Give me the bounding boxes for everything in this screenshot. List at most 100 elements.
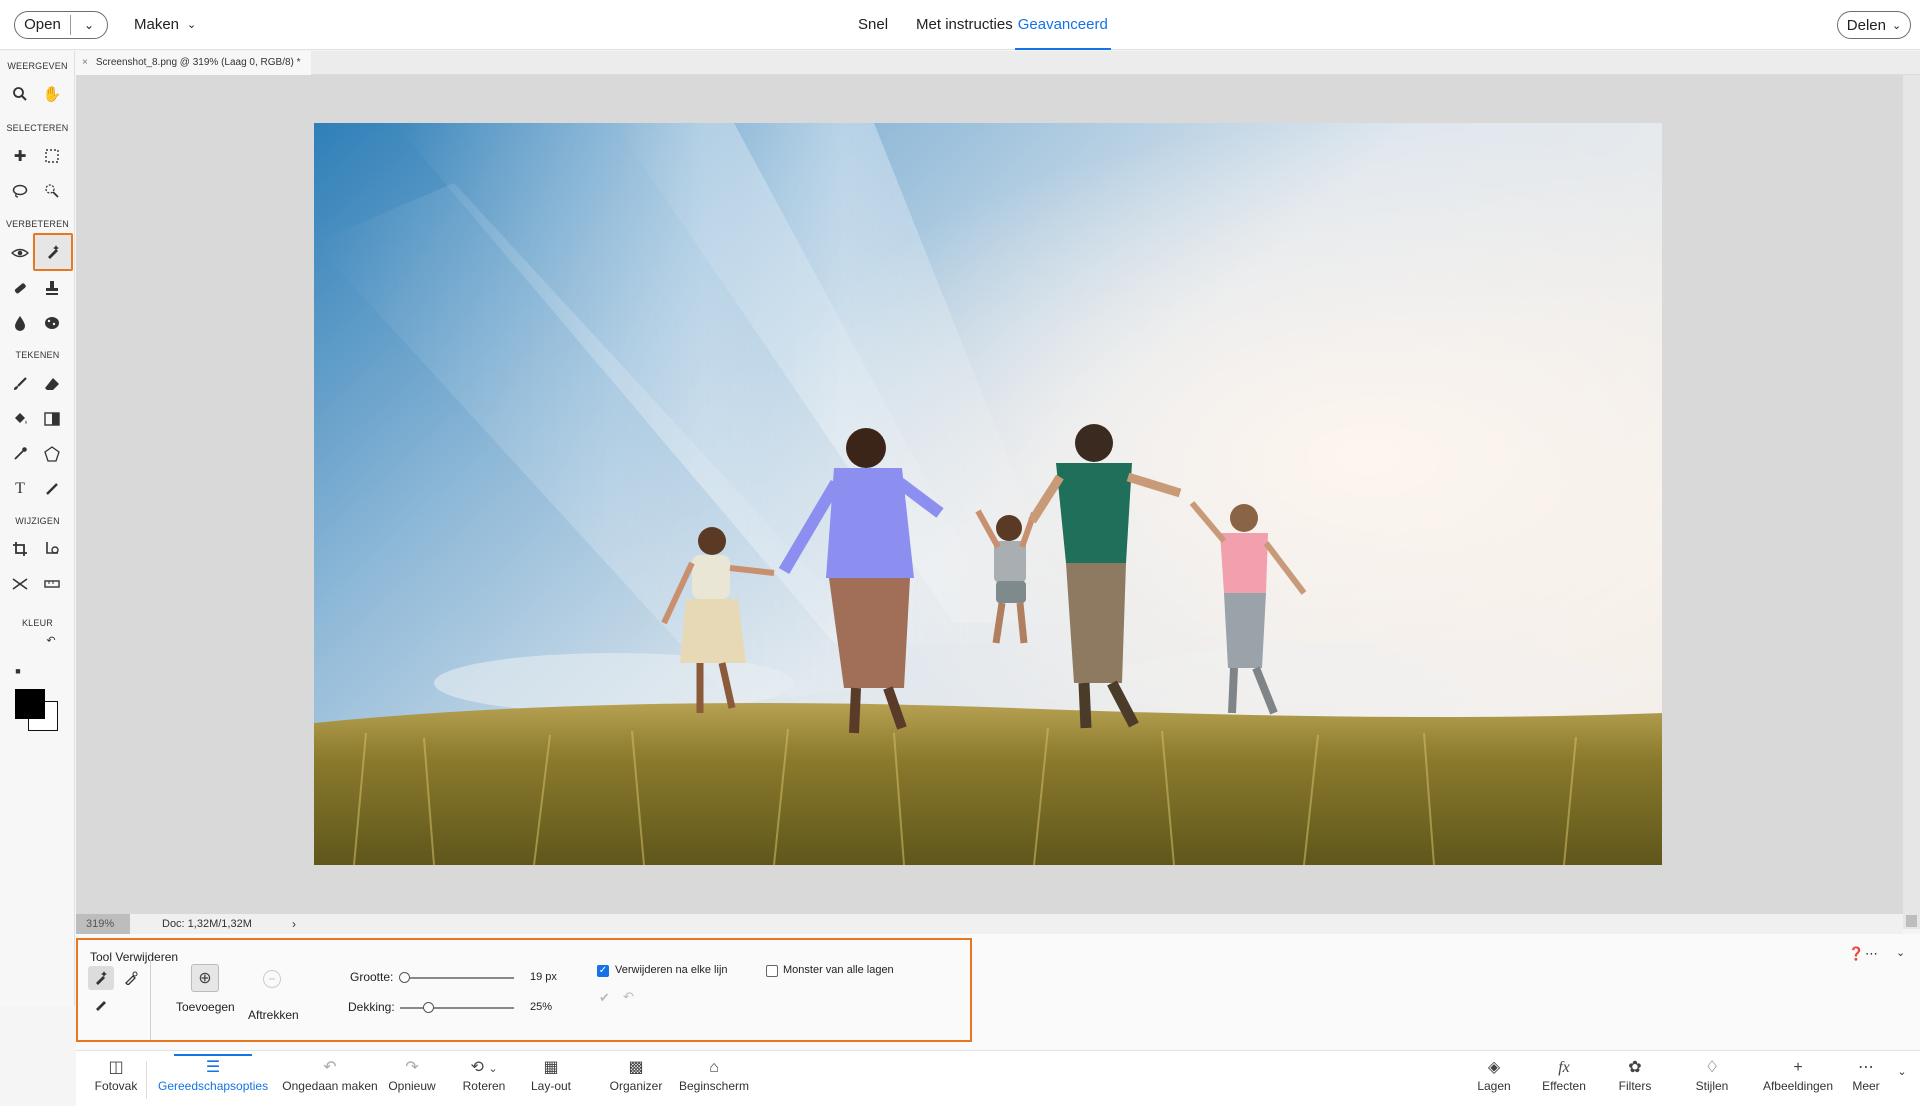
chevron-down-icon[interactable]: ⌄	[1894, 1065, 1910, 1078]
fotovak-button[interactable]: ◫ Fotovak	[88, 1057, 144, 1093]
content-aware-move-tool-icon[interactable]	[6, 570, 34, 598]
shape-tool-icon[interactable]	[38, 440, 66, 468]
sponge-tool-icon[interactable]	[38, 309, 66, 337]
size-slider-handle[interactable]	[398, 972, 410, 983]
tool-options-icon: ☰	[205, 1059, 221, 1076]
scrollbar-thumb[interactable]	[1906, 915, 1917, 927]
section-weergeven: WEERGEVEN	[7, 61, 68, 71]
undo-button[interactable]: ↶ Ongedaan maken	[282, 1057, 378, 1093]
layout-button[interactable]: ▦ Lay-out	[526, 1057, 576, 1093]
graphics-button[interactable]: + Afbeeldingen	[1760, 1057, 1836, 1093]
sample-all-layers-checkbox[interactable]	[766, 965, 778, 977]
close-icon[interactable]: ×	[82, 51, 88, 75]
help-icon[interactable]: ❓	[1848, 946, 1864, 962]
opacity-value: 25%	[530, 1001, 553, 1013]
mode-geavanceerd[interactable]: Geavanceerd	[1014, 0, 1111, 50]
foreground-color-swatch[interactable]	[15, 689, 45, 719]
section-wijzigen: WIJZIGEN	[15, 516, 60, 526]
eyedropper-tool-icon[interactable]	[6, 440, 34, 468]
opacity-slider-handle[interactable]	[423, 1002, 434, 1013]
healing-brush-tool-icon[interactable]	[6, 274, 34, 302]
remove-lasso-brush-icon[interactable]	[118, 966, 144, 990]
default-colors-icon[interactable]: ■	[12, 665, 24, 677]
clone-stamp-tool-icon[interactable]	[38, 274, 66, 302]
effects-button[interactable]: fx Effecten	[1538, 1057, 1590, 1093]
opacity-slider[interactable]	[400, 1007, 514, 1009]
organizer-button[interactable]: ▩ Organizer	[608, 1057, 664, 1093]
size-slider[interactable]	[400, 977, 514, 979]
chevron-down-icon[interactable]: ⌄	[71, 18, 107, 32]
remove-tool-icon[interactable]	[33, 233, 73, 271]
redo-button[interactable]: ↷ Opnieuw	[386, 1057, 438, 1093]
brush-tool-icon[interactable]	[6, 370, 34, 398]
gradient-tool-icon[interactable]	[38, 405, 66, 433]
layers-button[interactable]: ◈ Lagen	[1470, 1057, 1518, 1093]
move-tool-icon[interactable]: ✚	[6, 142, 34, 170]
type-tool-icon[interactable]: T	[6, 475, 34, 503]
mode-met-instructies[interactable]: Met instructies	[916, 0, 1013, 50]
brush-mode-icon[interactable]	[88, 992, 114, 1016]
swap-colors-icon[interactable]: ↶	[44, 633, 58, 647]
size-value: 19 px	[530, 971, 557, 983]
chevron-right-icon[interactable]: ›	[292, 917, 296, 931]
styles-button[interactable]: ♢ Stijlen	[1690, 1057, 1734, 1093]
pencil-tool-icon[interactable]	[38, 475, 66, 503]
share-button[interactable]: Delen ⌄	[1837, 11, 1911, 39]
lasso-tool-icon[interactable]	[6, 177, 34, 205]
recompose-tool-icon[interactable]	[38, 535, 66, 563]
home-screen-label: Beginscherm	[678, 1079, 750, 1093]
tool-options-button[interactable]: ☰ Gereedschapsopties	[158, 1057, 268, 1093]
rotate-label: Roteren	[462, 1079, 506, 1093]
hand-tool-icon[interactable]: ✋	[38, 80, 66, 108]
opacity-label: Dekking:	[348, 1000, 395, 1014]
vertical-scrollbar[interactable]	[1903, 75, 1920, 929]
quick-selection-tool-icon[interactable]	[38, 177, 66, 205]
apply-icon[interactable]: ✔	[599, 990, 610, 1006]
open-button[interactable]: Open ⌄	[14, 11, 108, 39]
maken-label: Maken	[134, 16, 180, 33]
document-tab[interactable]: × Screenshot_8.png @ 319% (Laag 0, RGB/8…	[76, 51, 311, 75]
more-label: Meer	[1852, 1079, 1880, 1093]
open-label: Open	[15, 15, 71, 35]
maken-menu[interactable]: Maken ⌄	[134, 16, 196, 33]
blur-tool-icon[interactable]	[6, 309, 34, 337]
more-options-icon[interactable]: ⋯	[1865, 946, 1878, 962]
organizer-label: Organizer	[609, 1079, 663, 1093]
section-verbeteren: VERBETEREN	[5, 219, 69, 229]
bottom-bar: ◫ Fotovak ☰ Gereedschapsopties ↶ Ongedaa…	[76, 1050, 1920, 1106]
section-tekenen: TEKENEN	[15, 350, 60, 360]
add-mode-button[interactable]: ⊕	[191, 964, 219, 992]
effects-label: Effecten	[1542, 1079, 1586, 1093]
remove-each-stroke-checkbox[interactable]: ✓	[597, 965, 609, 977]
marquee-tool-icon[interactable]	[38, 142, 66, 170]
spot-remove-brush-icon[interactable]	[88, 966, 114, 990]
eraser-tool-icon[interactable]	[38, 370, 66, 398]
crop-tool-icon[interactable]	[6, 535, 34, 563]
tool-options-panel: Tool Verwijderen ⊕ Toevoegen − Aftrekken…	[76, 934, 1920, 1050]
zoom-level[interactable]: 319%	[76, 914, 130, 934]
divider	[146, 1061, 147, 1099]
sample-all-layers-label: Monster van alle lagen	[783, 964, 894, 976]
filters-button[interactable]: ✿ Filters	[1612, 1057, 1658, 1093]
zoom-tool-icon[interactable]	[6, 80, 34, 108]
filters-label: Filters	[1618, 1079, 1652, 1093]
chevron-down-icon[interactable]: ⌄	[1896, 946, 1905, 959]
rotate-button[interactable]: ⟲ ⌄ Roteren	[456, 1057, 512, 1093]
reset-icon[interactable]: ↶	[623, 989, 634, 1005]
home-screen-button[interactable]: ⌂ Beginscherm	[672, 1057, 756, 1093]
styles-icon: ♢	[1704, 1059, 1720, 1076]
document-tab-title: Screenshot_8.png @ 319% (Laag 0, RGB/8) …	[95, 57, 301, 68]
chevron-down-icon: ⌄	[187, 19, 197, 31]
home-icon: ⌂	[709, 1059, 719, 1076]
mode-snel[interactable]: Snel	[858, 0, 888, 50]
divider	[150, 960, 151, 1040]
chevron-down-icon: ⌄	[1891, 19, 1902, 32]
paint-bucket-tool-icon[interactable]	[6, 405, 34, 433]
subtract-mode-button[interactable]: −	[263, 970, 281, 988]
photo-canvas-image[interactable]	[314, 123, 1662, 865]
more-button[interactable]: ⋯ Meer	[1846, 1057, 1886, 1093]
red-eye-tool-icon[interactable]	[6, 239, 34, 267]
status-bar: 319% Doc: 1,32M/1,32M ›	[76, 914, 1903, 934]
add-mode-label: Toevoegen	[176, 1000, 235, 1014]
straighten-tool-icon[interactable]	[38, 570, 66, 598]
